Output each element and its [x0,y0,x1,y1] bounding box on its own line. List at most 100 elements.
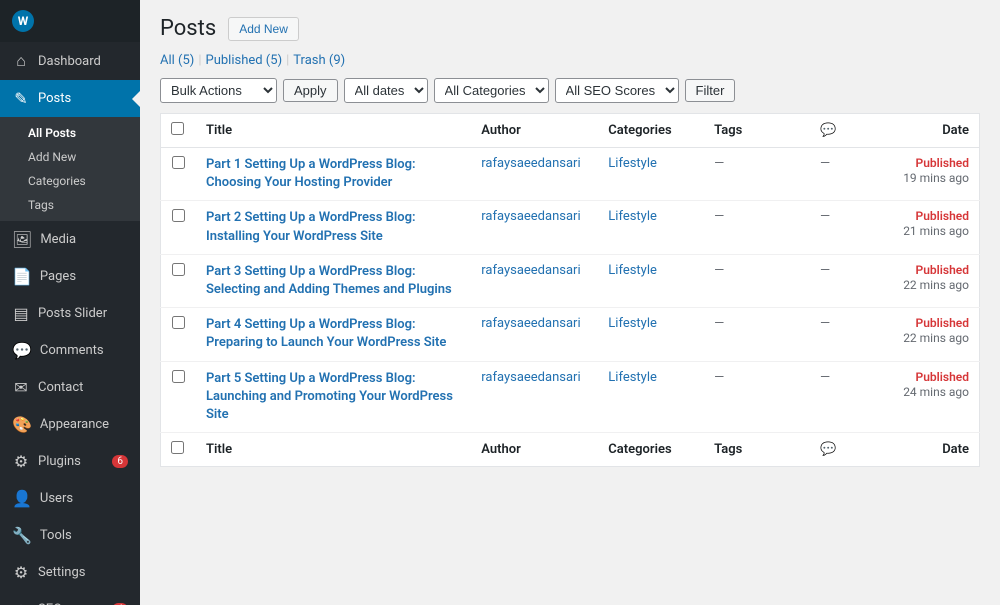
category-link[interactable]: Lifestyle [608,316,657,331]
tags-dash: — [714,370,724,385]
category-link[interactable]: Lifestyle [608,263,657,278]
select-all-header [161,114,196,148]
tags-dash: — [714,209,724,224]
comments-dash: — [820,316,830,331]
author-link[interactable]: rafaysaeedansari [481,209,580,224]
tags-header[interactable]: Tags [704,114,810,148]
apply-button[interactable]: Apply [283,79,338,102]
post-title-link[interactable]: Part 4 Setting Up a WordPress Blog: Prep… [206,316,461,352]
post-title-link[interactable]: Part 2 Setting Up a WordPress Blog: Inst… [206,209,461,245]
select-all-footer [161,433,196,467]
post-title-link[interactable]: Part 3 Setting Up a WordPress Blog: Sele… [206,263,461,299]
row-categories-cell: Lifestyle [598,254,704,307]
comments-icon: 💬 [12,341,32,360]
add-new-button[interactable]: Add New [228,17,299,41]
sidebar-item-posts[interactable]: ✎ Posts [0,80,140,117]
author-link[interactable]: rafaysaeedansari [481,263,580,278]
row-comments-cell: — [810,308,863,361]
row-title-cell: Part 1 Setting Up a WordPress Blog: Choo… [196,148,471,201]
sidebar-sub-categories[interactable]: Categories [0,169,140,193]
category-link[interactable]: Lifestyle [608,156,657,171]
category-link[interactable]: Lifestyle [608,209,657,224]
sidebar: W ⌂ Dashboard ✎ Posts All Posts Add New … [0,0,140,605]
author-footer[interactable]: Author [471,433,598,467]
row-categories-cell: Lifestyle [598,148,704,201]
dates-select[interactable]: All dates [344,78,428,103]
table-row: Part 4 Setting Up a WordPress Blog: Prep… [161,308,980,361]
sidebar-item-plugins[interactable]: ⚙ Plugins 6 [0,443,140,480]
sidebar-item-comments[interactable]: 💬 Comments [0,332,140,369]
row-date-cell: Published 21 mins ago [863,201,980,254]
sidebar-item-label: Media [40,232,76,247]
date-footer[interactable]: Date [863,433,980,467]
seo-scores-select[interactable]: All SEO Scores [555,78,679,103]
sidebar-item-posts-slider[interactable]: ▤ Posts Slider [0,295,140,332]
tags-dash: — [714,263,724,278]
author-link[interactable]: rafaysaeedansari [481,156,580,171]
sidebar-item-media[interactable]: 🖼 Media [0,221,140,258]
category-link[interactable]: Lifestyle [608,370,657,385]
tags-footer[interactable]: Tags [704,433,810,467]
sidebar-logo: W [0,0,140,42]
posts-slider-icon: ▤ [12,304,30,323]
row-date-cell: Published 19 mins ago [863,148,980,201]
sidebar-item-contact[interactable]: ✉ Contact [0,369,140,406]
sidebar-item-pages[interactable]: 📄 Pages [0,258,140,295]
categories-header[interactable]: Categories [598,114,704,148]
row-title-cell: Part 3 Setting Up a WordPress Blog: Sele… [196,254,471,307]
table-row: Part 3 Setting Up a WordPress Blog: Sele… [161,254,980,307]
users-icon: 👤 [12,489,32,508]
filter-trash[interactable]: Trash (9) [293,53,345,68]
row-author-cell: rafaysaeedansari [471,201,598,254]
plugins-badge: 6 [112,455,128,468]
sidebar-item-label: Dashboard [38,54,101,69]
sidebar-sub-add-new[interactable]: Add New [0,145,140,169]
sidebar-item-label: Posts Slider [38,306,107,321]
row-checkbox-cell [161,308,196,361]
filter-published[interactable]: Published (5) [206,53,283,68]
contact-icon: ✉ [12,378,30,397]
categories-footer[interactable]: Categories [598,433,704,467]
sidebar-item-dashboard[interactable]: ⌂ Dashboard [0,42,140,80]
filter-button[interactable]: Filter [685,79,736,102]
row-categories-cell: Lifestyle [598,308,704,361]
time-ago: 22 mins ago [903,278,969,292]
bulk-actions-select[interactable]: Bulk Actions Edit Move to Trash [160,78,277,103]
author-header[interactable]: Author [471,114,598,148]
sidebar-sub-tags[interactable]: Tags [0,193,140,217]
sidebar-item-seo[interactable]: ◈ SEO 4 [0,591,140,605]
row-title-cell: Part 4 Setting Up a WordPress Blog: Prep… [196,308,471,361]
row-checkbox-cell [161,361,196,433]
title-footer[interactable]: Title [196,433,471,467]
toolbar: Bulk Actions Edit Move to Trash Apply Al… [160,78,980,103]
table-footer-row: Title Author Categories Tags 💬 Date [161,433,980,467]
row-checkbox[interactable] [172,370,185,383]
date-header[interactable]: Date [863,114,980,148]
row-checkbox[interactable] [172,209,185,222]
posts-icon: ✎ [12,89,30,108]
title-header[interactable]: Title [196,114,471,148]
sidebar-item-users[interactable]: 👤 Users [0,480,140,517]
row-tags-cell: — [704,308,810,361]
table-row: Part 1 Setting Up a WordPress Blog: Choo… [161,148,980,201]
row-checkbox[interactable] [172,156,185,169]
sidebar-item-settings[interactable]: ⚙ Settings [0,554,140,591]
sidebar-item-tools[interactable]: 🔧 Tools [0,517,140,554]
row-checkbox[interactable] [172,263,185,276]
comments-dash: — [820,370,830,385]
row-checkbox[interactable] [172,316,185,329]
filter-all[interactable]: All (5) [160,53,194,68]
sidebar-sub-all-posts[interactable]: All Posts [0,121,140,145]
row-title-cell: Part 5 Setting Up a WordPress Blog: Laun… [196,361,471,433]
seo-icon: ◈ [12,600,30,605]
published-status: Published [916,370,969,384]
post-title-link[interactable]: Part 1 Setting Up a WordPress Blog: Choo… [206,156,461,192]
author-link[interactable]: rafaysaeedansari [481,316,580,331]
row-tags-cell: — [704,148,810,201]
author-link[interactable]: rafaysaeedansari [481,370,580,385]
sidebar-item-appearance[interactable]: 🎨 Appearance [0,406,140,443]
categories-select[interactable]: All Categories Lifestyle [434,78,549,103]
post-title-link[interactable]: Part 5 Setting Up a WordPress Blog: Laun… [206,370,461,425]
select-all-checkbox[interactable] [171,122,184,135]
select-all-checkbox-footer[interactable] [171,441,184,454]
